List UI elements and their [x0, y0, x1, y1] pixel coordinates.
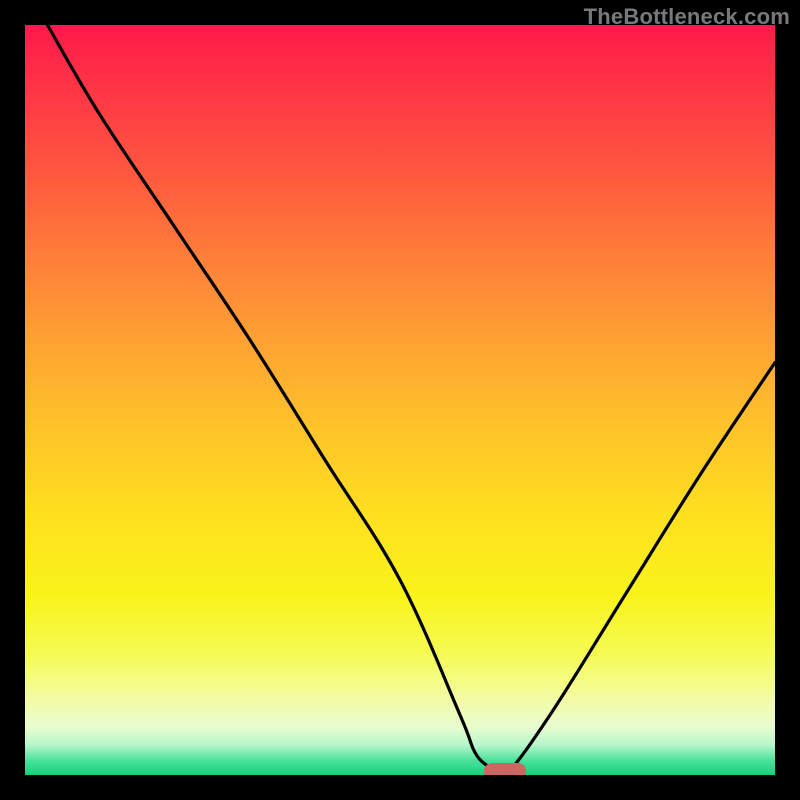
- chart-frame: TheBottleneck.com: [0, 0, 800, 800]
- optimum-marker: [484, 763, 526, 775]
- plot-area: [25, 25, 775, 775]
- attribution-label: TheBottleneck.com: [584, 4, 790, 30]
- bottleneck-curve: [25, 25, 775, 775]
